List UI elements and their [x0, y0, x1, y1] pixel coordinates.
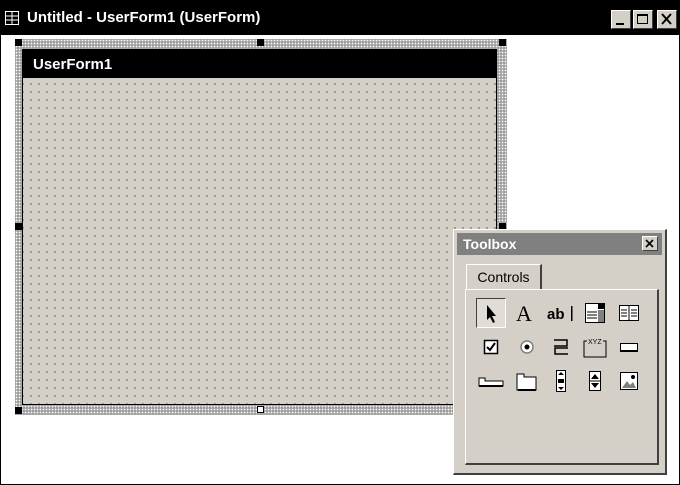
- userform-titlebar: UserForm1: [23, 50, 496, 78]
- svg-text:ab: ab: [547, 306, 565, 323]
- togglebutton-icon[interactable]: [546, 332, 576, 362]
- tab-controls[interactable]: Controls: [466, 264, 542, 290]
- resize-handle-top-left: [15, 39, 22, 46]
- window-titlebar[interactable]: Untitled - UserForm1 (UserForm): [1, 1, 679, 35]
- designer-window: Untitled - UserForm1 (UserForm) UserForm…: [0, 0, 680, 485]
- commandbutton-icon[interactable]: [614, 332, 644, 362]
- grid-window-icon[interactable]: [5, 11, 19, 25]
- toolbox-controls-panel: A ab XYZ: [465, 289, 659, 465]
- textbox-icon[interactable]: ab: [546, 298, 576, 328]
- spinbutton-icon[interactable]: [580, 366, 610, 396]
- multipage-icon[interactable]: [512, 366, 542, 396]
- minimize-button[interactable]: [611, 10, 631, 29]
- tabstrip-icon[interactable]: [476, 366, 506, 396]
- close-button[interactable]: [657, 10, 677, 29]
- checkbox-icon[interactable]: [476, 332, 506, 362]
- toolbox-title: Toolbox: [463, 236, 517, 252]
- toolbox-close-button[interactable]: [642, 236, 658, 251]
- minimize-icon: [616, 23, 624, 25]
- userform[interactable]: UserForm1: [22, 49, 497, 405]
- optionbutton-icon[interactable]: [512, 332, 542, 362]
- maximize-button[interactable]: [633, 10, 653, 29]
- resize-handle-bottom-left: [15, 407, 22, 414]
- image-icon[interactable]: [614, 366, 644, 396]
- userform-grid[interactable]: [23, 78, 496, 404]
- userform-title: UserForm1: [33, 56, 113, 73]
- resize-handle-top-right: [499, 39, 506, 46]
- combobox-icon[interactable]: [580, 298, 610, 328]
- resize-handle-bottom[interactable]: [257, 406, 264, 413]
- resize-handle-top: [257, 39, 264, 46]
- frame-icon[interactable]: XYZ: [580, 332, 610, 362]
- toolbox-window[interactable]: Toolbox Controls A ab XYZ: [453, 229, 667, 475]
- close-icon: [645, 239, 654, 248]
- select-objects-icon[interactable]: [476, 298, 506, 328]
- maximize-icon: [637, 14, 648, 24]
- close-icon: [661, 13, 672, 25]
- label-icon[interactable]: A: [512, 298, 542, 328]
- toolbox-titlebar[interactable]: Toolbox: [457, 233, 662, 255]
- resize-handle-left: [15, 223, 22, 230]
- window-title: Untitled - UserForm1 (UserForm): [27, 9, 261, 26]
- svg-text:XYZ: XYZ: [588, 339, 602, 346]
- listbox-icon[interactable]: [614, 298, 644, 328]
- scrollbar-icon[interactable]: [546, 366, 576, 396]
- svg-text:A: A: [516, 301, 532, 325]
